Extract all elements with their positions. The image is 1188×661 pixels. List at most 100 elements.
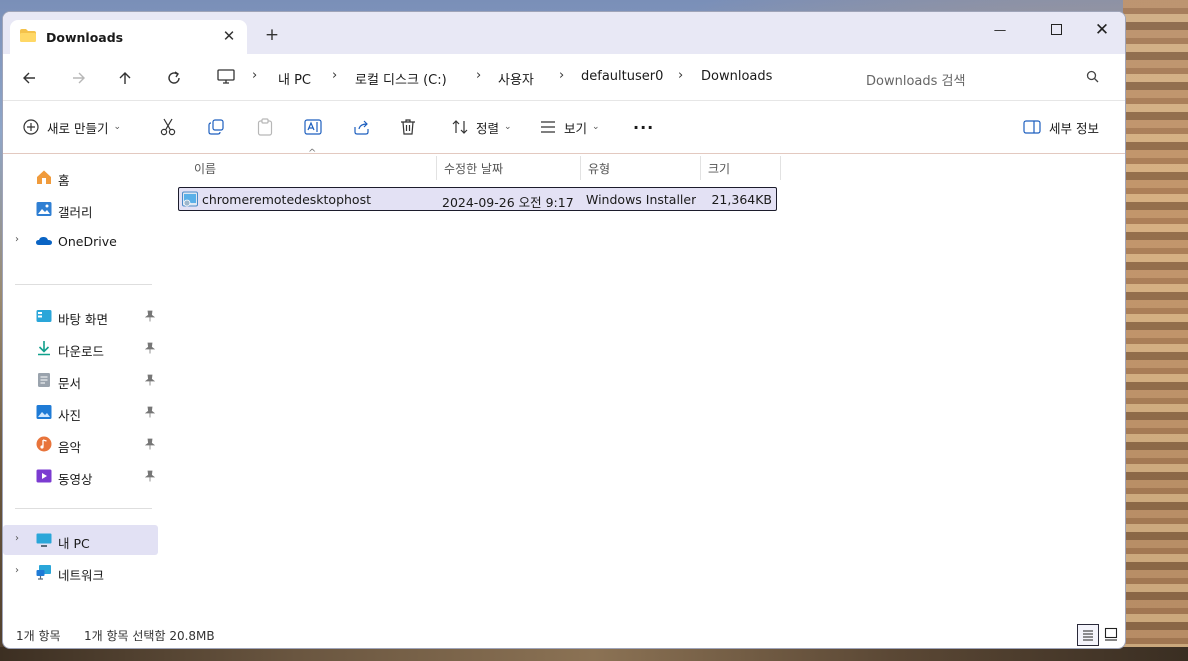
table-row[interactable]: chromeremotedesktophost 2024-09-26 오전 9:… (178, 187, 777, 211)
rename-button[interactable] (304, 115, 322, 139)
arrow-left-icon (23, 72, 35, 84)
sort-label: 정렬 (476, 120, 500, 136)
details-pane-button[interactable]: 세부 정보 (1023, 115, 1099, 139)
pin-icon[interactable] (145, 374, 155, 386)
folder-icon (20, 29, 36, 42)
breadcrumb-chevron-icon[interactable]: › (252, 68, 257, 83)
chevron-down-icon: ⌄ (504, 122, 512, 132)
breadcrumb-local-disk[interactable]: 로컬 디스크 (C:) (355, 69, 447, 88)
sort-button[interactable]: 정렬 ⌄ (452, 115, 512, 139)
maximize-icon (1050, 24, 1062, 35)
column-header-size[interactable]: 크기 (700, 156, 780, 180)
gallery-icon (36, 202, 52, 216)
column-resize-handle[interactable] (780, 156, 781, 180)
delete-button[interactable] (400, 115, 416, 139)
expand-chevron-icon[interactable]: › (15, 533, 19, 544)
pin-icon[interactable] (145, 406, 155, 418)
navigation-pane: 홈 갤러리 › OneDrive 바탕 화면 다운로드 문서 사진 음악 동영상… (3, 154, 163, 626)
tiles-view-icon (1104, 627, 1118, 641)
arrow-right-icon (73, 72, 85, 84)
sidebar-item-label: 동영상 (58, 472, 93, 487)
command-bar: 새로 만들기 ⌄ 정렬 ⌄ 보기 ⌄ ··· 세부 정보 (3, 101, 1125, 154)
sidebar-item-network[interactable]: › 네트워크 (3, 557, 158, 587)
sort-icon (452, 120, 468, 134)
pin-icon[interactable] (145, 342, 155, 354)
sidebar-item-label: 네트워크 (58, 568, 105, 583)
documents-icon (38, 373, 50, 387)
sidebar-item-desktop[interactable]: 바탕 화면 (3, 301, 158, 331)
sidebar-item-home[interactable]: 홈 (3, 162, 158, 192)
sidebar-item-documents[interactable]: 문서 (3, 365, 158, 395)
copy-icon (208, 119, 224, 135)
breadcrumb-downloads[interactable]: Downloads (701, 69, 772, 84)
tab-title: Downloads (46, 30, 124, 45)
maximize-button[interactable] (1033, 16, 1079, 44)
breadcrumb-chevron-icon[interactable]: › (476, 68, 481, 83)
breadcrumb-chevron-icon[interactable]: › (332, 68, 337, 83)
network-icon (36, 565, 51, 580)
new-tab-button[interactable]: + (262, 25, 282, 45)
file-explorer-window: Downloads ✕ + — ✕ › 내 PC › 로컬 디스크 (C:) ›… (2, 11, 1126, 649)
sidebar-item-my-pc[interactable]: › 내 PC (3, 525, 158, 555)
breadcrumb-defaultuser0[interactable]: defaultuser0 (581, 69, 663, 84)
sidebar-item-videos[interactable]: 동영상 (3, 461, 158, 491)
sidebar-divider (15, 284, 152, 285)
share-button[interactable] (353, 115, 371, 139)
details-view-button[interactable] (1077, 624, 1099, 646)
sidebar-item-music[interactable]: 음악 (3, 429, 158, 459)
breadcrumb-chevron-icon[interactable]: › (678, 68, 683, 83)
installer-file-icon (182, 191, 198, 207)
tiles-view-button[interactable] (1101, 624, 1121, 644)
breadcrumb-my-pc[interactable]: 내 PC (278, 69, 311, 88)
search-input[interactable]: Downloads 검색 (853, 61, 1113, 93)
up-button[interactable] (113, 66, 137, 90)
share-icon (354, 120, 369, 135)
sidebar-divider (15, 508, 152, 509)
pin-icon[interactable] (145, 438, 155, 450)
sidebar-item-label: OneDrive (58, 234, 117, 249)
sidebar-item-label: 갤러리 (58, 205, 93, 220)
column-header-type[interactable]: 유형 (580, 156, 700, 180)
close-tab-button[interactable]: ✕ (219, 26, 239, 46)
forward-button[interactable] (67, 66, 91, 90)
sidebar-item-downloads[interactable]: 다운로드 (3, 333, 158, 363)
search-placeholder: Downloads 검색 (866, 74, 966, 89)
music-icon (36, 436, 52, 452)
sidebar-item-onedrive[interactable]: › OneDrive (3, 226, 158, 256)
refresh-button[interactable] (162, 66, 186, 90)
breadcrumb-chevron-icon[interactable]: › (559, 68, 564, 83)
scissors-icon (160, 118, 176, 136)
sidebar-item-label: 내 PC (58, 536, 90, 551)
desktop-wallpaper-bottom (0, 647, 1188, 661)
back-button[interactable] (17, 66, 41, 90)
pc-icon[interactable] (217, 69, 235, 85)
selection-status: 1개 항목 선택함 20.8MB (84, 629, 215, 643)
pin-icon[interactable] (145, 310, 155, 322)
cut-button[interactable] (160, 115, 176, 139)
column-header-label: 크기 (708, 162, 731, 176)
expand-chevron-icon[interactable]: › (15, 234, 19, 245)
tab-downloads[interactable]: Downloads ✕ (10, 20, 247, 54)
pin-icon[interactable] (145, 470, 155, 482)
column-header-label: 수정한 날짜 (444, 162, 504, 176)
expand-chevron-icon[interactable]: › (15, 565, 19, 576)
column-header-modified[interactable]: 수정한 날짜 (436, 156, 580, 180)
paste-button[interactable] (257, 115, 273, 139)
minimize-button[interactable]: — (977, 16, 1023, 44)
title-bar: Downloads ✕ + — ✕ (3, 12, 1125, 54)
close-window-button[interactable]: ✕ (1079, 16, 1125, 44)
new-button[interactable]: 새로 만들기 ⌄ (23, 115, 121, 139)
column-header-name[interactable]: 이름 (186, 156, 436, 180)
more-options-button[interactable]: ··· (633, 115, 654, 139)
sidebar-item-label: 홈 (58, 173, 70, 188)
copy-button[interactable] (208, 115, 224, 139)
view-button[interactable]: 보기 ⌄ (540, 115, 600, 139)
view-label: 보기 (564, 120, 588, 136)
rename-icon (304, 119, 322, 135)
sidebar-item-pictures[interactable]: 사진 (3, 397, 158, 427)
sidebar-item-label: 음악 (58, 440, 82, 455)
sidebar-item-gallery[interactable]: 갤러리 (3, 194, 158, 224)
home-icon (37, 170, 51, 184)
breadcrumb-users[interactable]: 사용자 (498, 69, 534, 88)
pc-icon (36, 533, 52, 547)
